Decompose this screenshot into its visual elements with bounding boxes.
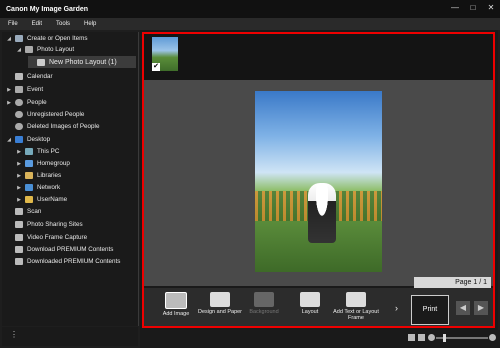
sidebar-item-username[interactable]: ▶ UserName xyxy=(16,194,67,205)
photo-layout-icon xyxy=(25,46,33,53)
downloaded-premium-icon xyxy=(15,258,23,265)
expand-arrow-icon[interactable]: ▶ xyxy=(16,197,22,203)
sidebar-item-label: Photo Layout xyxy=(37,46,75,53)
expand-arrow-icon[interactable]: ▶ xyxy=(16,173,22,179)
libraries-icon xyxy=(25,172,33,179)
sidebar-item-label: Deleted Images of People xyxy=(27,123,100,130)
sidebar-item-photo-layout[interactable]: ◢ Photo Layout xyxy=(16,44,74,55)
event-icon xyxy=(15,86,23,93)
sidebar-item-new-photo-layout[interactable]: New Photo Layout (1) xyxy=(28,56,136,68)
sidebar-item-scan[interactable]: Scan xyxy=(6,206,41,217)
sidebar-item-deleted-people[interactable]: Deleted Images of People xyxy=(6,121,99,132)
user-folder-icon xyxy=(25,196,33,203)
close-button[interactable]: ✕ xyxy=(486,3,496,13)
sidebar-item-desktop[interactable]: ◢ Desktop xyxy=(6,134,50,145)
sidebar-item-label: UserName xyxy=(37,196,68,203)
sidebar-item-create[interactable]: ◢ Create or Open Items xyxy=(6,33,88,44)
sidebar-item-downloaded-premium[interactable]: Downloaded PREMIUM Contents xyxy=(6,256,120,267)
zoom-out-icon[interactable] xyxy=(428,334,435,341)
new-photo-layout-icon xyxy=(37,58,45,66)
minimize-button[interactable]: — xyxy=(450,3,460,13)
title-bar: Canon My Image Garden — □ ✕ xyxy=(0,0,500,18)
download-premium-icon xyxy=(15,246,23,253)
sidebar-item-label: Scan xyxy=(27,208,42,215)
status-bar xyxy=(140,330,500,348)
menu-edit[interactable]: Edit xyxy=(32,21,42,27)
photo-sharing-icon xyxy=(15,221,23,228)
full-view-icon[interactable] xyxy=(418,334,425,341)
sidebar-item-label: Download PREMIUM Contents xyxy=(27,246,114,253)
sidebar-item-label: Homegroup xyxy=(37,160,70,167)
app-title: Canon My Image Garden xyxy=(6,5,89,13)
expand-arrow-icon[interactable]: ▶ xyxy=(16,161,22,167)
expand-arrow-icon[interactable]: ▶ xyxy=(16,185,22,191)
this-pc-icon xyxy=(25,148,33,155)
window-controls: — □ ✕ xyxy=(450,3,496,13)
people-icon xyxy=(15,99,23,106)
expand-arrow-icon[interactable]: ▶ xyxy=(16,149,22,155)
desktop-icon xyxy=(15,136,23,143)
sidebar-item-label: Unregistered People xyxy=(27,111,85,118)
sidebar-item-label: Calendar xyxy=(27,73,53,80)
highlight-frame xyxy=(142,32,495,328)
expand-arrow-icon[interactable]: ▶ xyxy=(6,87,12,93)
expand-arrow-icon[interactable]: ◢ xyxy=(16,47,22,53)
maximize-button[interactable]: □ xyxy=(468,3,478,13)
create-items-icon xyxy=(15,35,23,42)
sidebar-item-calendar[interactable]: Calendar xyxy=(6,71,53,82)
expand-arrow-icon[interactable]: ▶ xyxy=(6,100,12,106)
menu-bar: File Edit Tools Help xyxy=(0,18,500,30)
sidebar-item-label: New Photo Layout (1) xyxy=(49,58,117,66)
menu-file[interactable]: File xyxy=(8,21,18,27)
sidebar-item-label: People xyxy=(27,99,47,106)
sidebar-item-label: Event xyxy=(27,86,44,93)
sidebar-footer: ⋮ xyxy=(2,327,138,346)
sidebar-item-label: Video Frame Capture xyxy=(27,234,88,241)
sidebar-item-label: Photo Sharing Sites xyxy=(27,221,83,228)
sidebar-item-label: This PC xyxy=(37,148,60,155)
sidebar-item-event[interactable]: ▶ Event xyxy=(6,84,43,95)
menu-help[interactable]: Help xyxy=(84,21,96,27)
sidebar-item-network[interactable]: ▶ Network xyxy=(16,182,60,193)
network-icon xyxy=(25,184,33,191)
sidebar-item-people[interactable]: ▶ People xyxy=(6,97,47,108)
zoom-in-icon[interactable] xyxy=(489,334,496,341)
sidebar-item-libraries[interactable]: ▶ Libraries xyxy=(16,170,61,181)
sidebar-item-label: Downloaded PREMIUM Contents xyxy=(27,258,121,265)
expand-arrow-icon[interactable]: ◢ xyxy=(6,137,12,143)
fit-view-icon[interactable] xyxy=(408,334,415,341)
sidebar-item-homegroup[interactable]: ▶ Homegroup xyxy=(16,158,70,169)
zoom-slider-handle[interactable] xyxy=(443,334,446,342)
deleted-people-icon xyxy=(15,123,23,130)
video-frame-icon xyxy=(15,234,23,241)
sidebar-item-video-frame[interactable]: Video Frame Capture xyxy=(6,232,87,243)
calendar-icon xyxy=(15,73,23,80)
unregistered-people-icon xyxy=(15,111,23,118)
sidebar-item-label: Network xyxy=(37,184,61,191)
sidebar-item-label: Libraries xyxy=(37,172,62,179)
menu-tools[interactable]: Tools xyxy=(56,21,70,27)
sidebar-item-download-premium[interactable]: Download PREMIUM Contents xyxy=(6,244,113,255)
expand-arrow-icon[interactable]: ◢ xyxy=(6,36,12,42)
scan-icon xyxy=(15,208,23,215)
sidebar-item-unregistered-people[interactable]: Unregistered People xyxy=(6,109,84,120)
sidebar-item-this-pc[interactable]: ▶ This PC xyxy=(16,146,59,157)
sidebar-item-label: Desktop xyxy=(27,136,51,143)
homegroup-icon xyxy=(25,160,33,167)
more-options-icon[interactable]: ⋮ xyxy=(10,330,18,339)
sidebar-item-photo-sharing[interactable]: Photo Sharing Sites xyxy=(6,219,83,230)
sidebar-item-label: Create or Open Items xyxy=(27,35,88,42)
